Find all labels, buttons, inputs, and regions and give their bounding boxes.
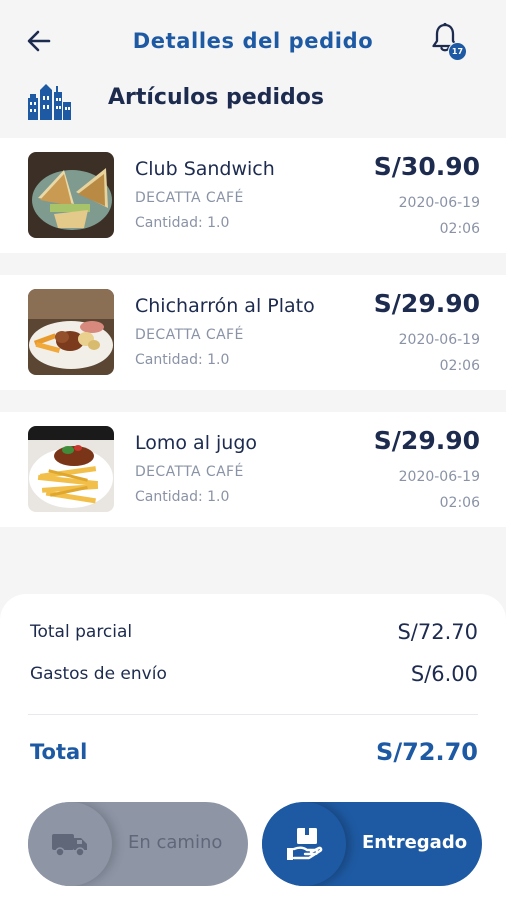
total-label: Total — [30, 740, 88, 764]
total-value: S/72.70 — [376, 738, 478, 766]
order-item-chicharron[interactable]: Chicharrón al Plato DECATTA CAFÉ Cantida… — [0, 275, 506, 390]
delivery-truck-icon — [52, 834, 87, 857]
app-header: Detalles del pedido 17 — [0, 0, 506, 80]
notifications-button[interactable]: 17 — [428, 22, 470, 62]
arrow-left-icon — [27, 30, 51, 52]
item-time: 02:06 — [439, 358, 480, 374]
item-image — [28, 152, 114, 238]
order-item-lomo-al-jugo[interactable]: Lomo al jugo DECATTA CAFÉ Cantidad: 1.0 … — [0, 412, 506, 527]
item-image — [28, 289, 114, 375]
item-quantity: Cantidad: 1.0 — [135, 352, 230, 368]
item-date: 2020-06-19 — [398, 469, 480, 485]
section-title: Artículos pedidos — [108, 85, 324, 110]
subtotal-value: S/72.70 — [397, 620, 478, 644]
shipping-value: S/6.00 — [410, 662, 478, 686]
order-summary: Total parcial S/72.70 Gastos de envío S/… — [0, 594, 506, 900]
item-date: 2020-06-19 — [398, 195, 480, 211]
delivered-button[interactable]: Entregado — [262, 802, 482, 886]
item-time: 02:06 — [439, 221, 480, 237]
city-buildings-icon — [28, 84, 71, 120]
page-title: Detalles del pedido — [132, 29, 374, 53]
subtotal-label: Total parcial — [30, 622, 133, 642]
item-shop: DECATTA CAFÉ — [135, 464, 244, 480]
notification-count-badge: 17 — [448, 42, 467, 61]
item-shop: DECATTA CAFÉ — [135, 190, 244, 206]
package-hand-icon — [287, 828, 323, 860]
item-time: 02:06 — [439, 495, 480, 511]
back-button[interactable] — [22, 24, 56, 58]
on-the-way-icon-circle — [28, 802, 112, 886]
item-price: S/30.90 — [373, 152, 480, 181]
item-image — [28, 426, 114, 512]
item-name: Lomo al jugo — [135, 432, 258, 454]
on-the-way-button[interactable]: En camino — [28, 802, 248, 886]
item-quantity: Cantidad: 1.0 — [135, 489, 230, 505]
item-price: S/29.90 — [373, 289, 480, 318]
delivered-icon-circle — [262, 802, 346, 886]
item-name: Chicharrón al Plato — [135, 295, 315, 317]
item-name: Club Sandwich — [135, 158, 275, 180]
on-the-way-label: En camino — [128, 832, 223, 853]
item-quantity: Cantidad: 1.0 — [135, 215, 230, 231]
item-date: 2020-06-19 — [398, 332, 480, 348]
divider — [28, 714, 478, 715]
delivered-label: Entregado — [362, 832, 468, 853]
order-item-club-sandwich[interactable]: Club Sandwich DECATTA CAFÉ Cantidad: 1.0… — [0, 138, 506, 253]
shipping-label: Gastos de envío — [30, 664, 167, 684]
item-shop: DECATTA CAFÉ — [135, 327, 244, 343]
ordered-items-section: Artículos pedidos — [0, 76, 506, 126]
item-price: S/29.90 — [373, 426, 480, 455]
